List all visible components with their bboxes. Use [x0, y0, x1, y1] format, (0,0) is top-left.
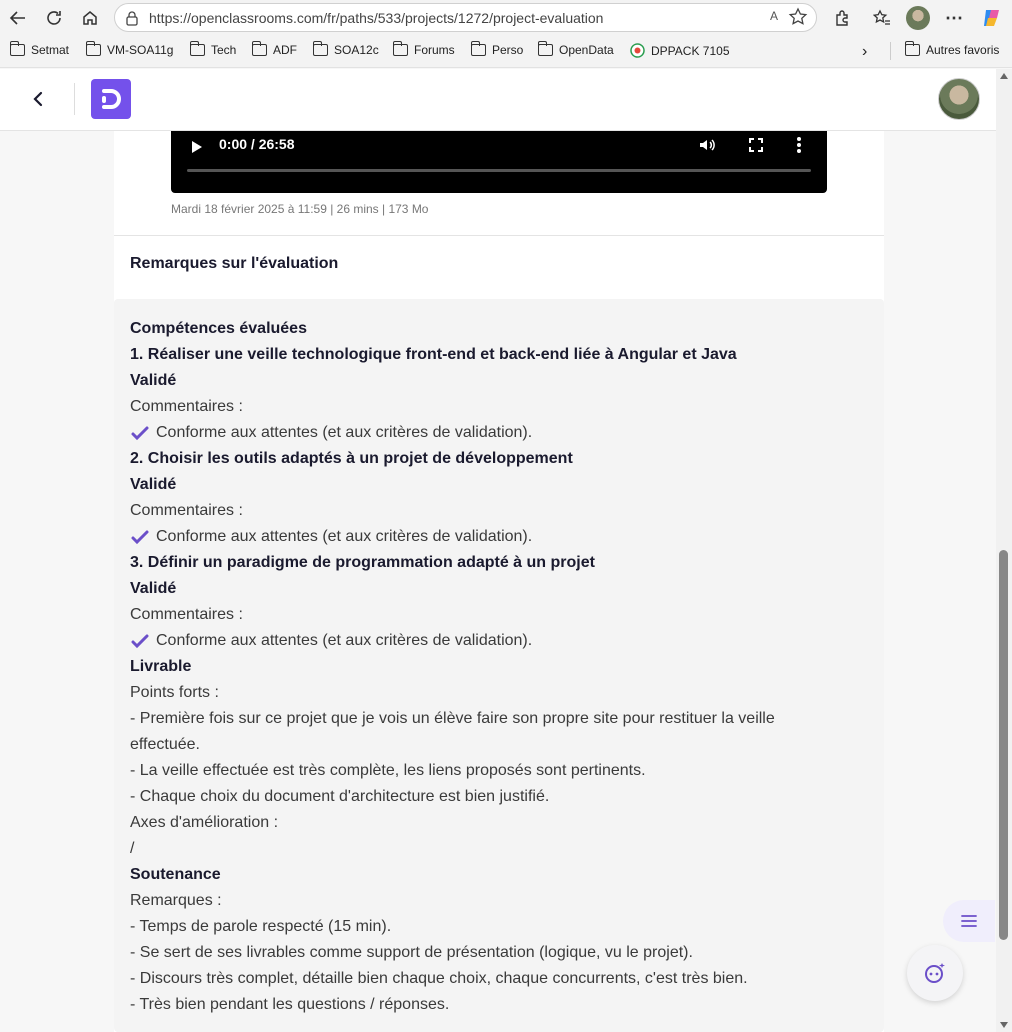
table-of-contents-button[interactable]: [943, 900, 995, 942]
back-chevron-icon[interactable]: [28, 89, 48, 109]
lock-icon[interactable]: [125, 10, 139, 31]
browser-toolbar: https://openclassrooms.com/fr/paths/533/…: [0, 0, 1012, 36]
header-divider: [74, 83, 75, 115]
bookmark-folder[interactable]: SOA12c: [312, 41, 379, 57]
favorites-icon[interactable]: [870, 6, 894, 30]
evaluation-line: effectuée.: [130, 736, 200, 753]
bookmark-folder[interactable]: Forums: [392, 41, 455, 57]
evaluation-line: Conforme aux attentes (et aux critères d…: [130, 524, 830, 550]
section-divider: [114, 235, 884, 236]
video-progress-bar[interactable]: [187, 169, 811, 172]
evaluation-heading: 2. Choisir les outils adaptés à un proje…: [130, 450, 573, 467]
bookmark-link[interactable]: DPPACK 7105: [630, 43, 730, 58]
evaluation-heading: Compétences évaluées: [130, 320, 307, 337]
video-player[interactable]: 0:00 / 26:58: [171, 131, 827, 193]
other-bookmarks-folder[interactable]: Autres favoris: [904, 41, 999, 57]
bookmark-separator: [890, 42, 891, 60]
evaluation-heading: 3. Définir un paradigme de programmation…: [130, 554, 595, 571]
folder-icon: [312, 41, 328, 56]
site-favicon-icon: [630, 43, 645, 58]
remarks-title: Remarques sur l'évaluation: [130, 255, 339, 272]
evaluation-line: Commentaires :: [130, 606, 243, 623]
more-vertical-icon[interactable]: [795, 135, 803, 160]
evaluation-line: - Discours très complet, détaille bien c…: [130, 970, 748, 987]
extensions-icon[interactable]: [830, 6, 854, 30]
evaluation-heading: Soutenance: [130, 866, 221, 883]
page-viewport: 0:00 / 26:58 Mardi 18 février 2025 à 11:…: [0, 69, 996, 1032]
evaluation-line: Conforme aux attentes (et aux critères d…: [130, 628, 830, 654]
scroll-down-arrow-icon[interactable]: [1000, 1022, 1008, 1028]
evaluation-line: - La veille effectuée est très complète,…: [130, 762, 646, 779]
user-avatar[interactable]: [938, 78, 980, 120]
more-options-icon[interactable]: ⋯: [942, 6, 966, 30]
bookmark-folder[interactable]: Perso: [470, 41, 523, 57]
play-icon[interactable]: [189, 137, 205, 162]
address-bar[interactable]: https://openclassrooms.com/fr/paths/533/…: [114, 3, 817, 32]
evaluation-line: /: [130, 840, 135, 857]
evaluation-heading: Validé: [130, 580, 177, 597]
refresh-icon[interactable]: [42, 6, 66, 30]
folder-icon: [251, 41, 267, 56]
scrollbar-thumb[interactable]: [999, 550, 1008, 940]
evaluation-card: 0:00 / 26:58 Mardi 18 février 2025 à 11:…: [114, 131, 884, 1032]
url-text[interactable]: https://openclassrooms.com/fr/paths/533/…: [149, 10, 603, 26]
evaluation-remarks-box: Compétences évaluées 1. Réaliser une veil…: [114, 299, 884, 1032]
fullscreen-icon[interactable]: [747, 136, 765, 159]
favorite-star-icon[interactable]: [788, 7, 808, 32]
evaluation-heading: Livrable: [130, 658, 192, 675]
evaluation-line: - Très bien pendant les questions / répo…: [130, 996, 450, 1013]
home-icon[interactable]: [78, 6, 102, 30]
browser-chrome: https://openclassrooms.com/fr/paths/533/…: [0, 0, 1012, 68]
assistant-button[interactable]: [907, 945, 963, 1001]
folder-icon: [85, 41, 101, 56]
menu-lines-icon: [961, 915, 977, 927]
openclassrooms-logo[interactable]: [91, 79, 131, 119]
read-aloud-icon[interactable]: A: [770, 9, 778, 23]
evaluation-line: - Première fois sur ce projet que je voi…: [130, 710, 775, 727]
evaluation-line: Commentaires :: [130, 502, 243, 519]
evaluation-line: Points forts :: [130, 684, 219, 701]
evaluation-heading: Validé: [130, 476, 177, 493]
folder-icon: [189, 41, 205, 56]
evaluation-text: Compétences évaluées 1. Réaliser une veil…: [130, 316, 830, 1018]
folder-icon: [470, 41, 486, 56]
back-arrow-icon[interactable]: [6, 6, 30, 30]
checkmark-icon: [131, 426, 149, 440]
chevron-right-icon[interactable]: ›: [862, 43, 867, 61]
video-time: 0:00 / 26:58: [219, 136, 295, 152]
folder-icon: [537, 41, 553, 56]
evaluation-line: - Chaque choix du document d'architectur…: [130, 788, 550, 805]
evaluation-line: Axes d'amélioration :: [130, 814, 279, 831]
folder-icon: [9, 41, 25, 56]
bookmark-folder[interactable]: ADF: [251, 41, 297, 57]
bookmarks-bar: Setmat VM-SOA11g Tech ADF SOA12c Forums …: [0, 36, 1012, 66]
site-header: [0, 69, 996, 131]
bookmark-folder[interactable]: Setmat: [9, 41, 69, 57]
evaluation-heading: Validé: [130, 372, 177, 389]
evaluation-line: Commentaires :: [130, 398, 243, 415]
scroll-up-arrow-icon[interactable]: [1000, 73, 1008, 79]
evaluation-heading: 1. Réaliser une veille technologique fro…: [130, 346, 737, 363]
video-meta: Mardi 18 février 2025 à 11:59 | 26 mins …: [171, 202, 429, 216]
bookmark-folder[interactable]: OpenData: [537, 41, 614, 57]
evaluation-line: - Temps de parole respecté (15 min).: [130, 918, 392, 935]
volume-icon[interactable]: [697, 135, 717, 160]
evaluation-line: Conforme aux attentes (et aux critères d…: [130, 420, 830, 446]
folder-icon: [904, 41, 920, 56]
folder-icon: [392, 41, 408, 56]
logo-icon: [102, 89, 121, 109]
evaluation-line: Remarques :: [130, 892, 222, 909]
bookmark-folder[interactable]: VM-SOA11g: [85, 41, 173, 57]
checkmark-icon: [131, 530, 149, 544]
assistant-bot-icon: [925, 963, 945, 983]
page-scrollbar[interactable]: [996, 69, 1012, 1032]
profile-avatar-icon[interactable]: [906, 6, 930, 30]
checkmark-icon: [131, 634, 149, 648]
copilot-icon[interactable]: [980, 6, 1004, 30]
bookmark-folder[interactable]: Tech: [189, 41, 236, 57]
evaluation-line: - Se sert de ses livrables comme support…: [130, 944, 693, 961]
